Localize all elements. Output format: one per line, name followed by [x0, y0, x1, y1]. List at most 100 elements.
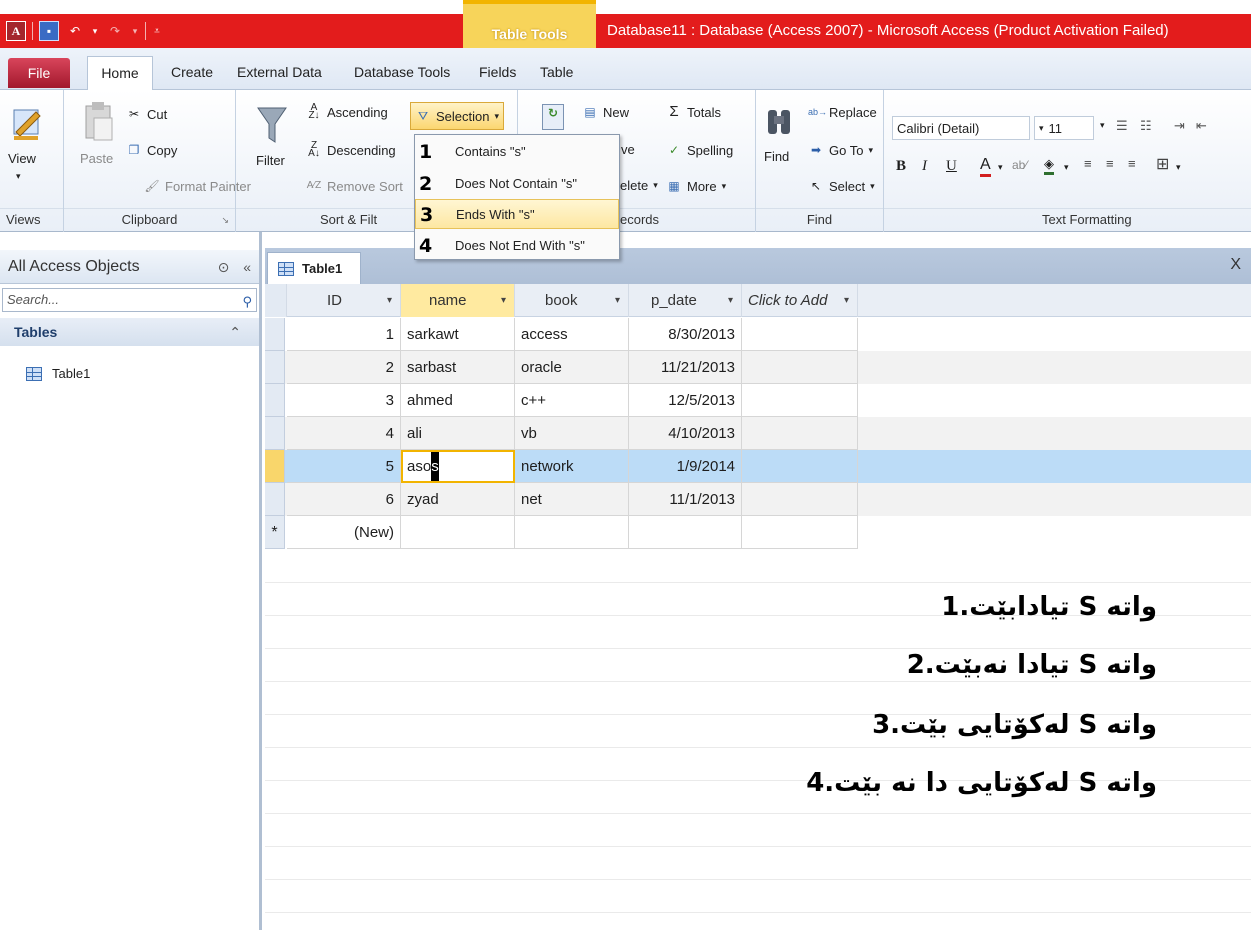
font-name-select[interactable]: Calibri (Detail) [892, 116, 1030, 140]
collapse-group-icon[interactable]: ⌃ [229, 318, 241, 346]
select-all-corner[interactable] [265, 284, 287, 317]
row-selector[interactable] [265, 318, 285, 351]
italic-button[interactable]: I [922, 158, 927, 175]
font-size-arrow-icon[interactable]: ▾ [1100, 120, 1105, 131]
column-dropdown-icon[interactable]: ▾ [844, 284, 849, 317]
cell-p-date[interactable]: 12/5/2013 [629, 384, 742, 417]
tab-create[interactable]: Create [159, 56, 225, 90]
replace-button[interactable]: ab→ Replace [808, 104, 877, 120]
align-left-icon[interactable]: ≡ [1084, 156, 1092, 171]
tab-database-tools[interactable]: Database Tools [342, 56, 462, 90]
tab-home[interactable]: Home [87, 56, 153, 91]
column-header-id[interactable]: ID ▾ [287, 284, 401, 317]
nav-item-table1[interactable]: Table1 [26, 366, 90, 381]
cell-book[interactable]: vb [515, 417, 629, 450]
outdent-icon[interactable]: ⇤ [1196, 118, 1207, 134]
cell-empty[interactable] [742, 483, 858, 516]
cell-book[interactable]: oracle [515, 351, 629, 384]
row-selector[interactable] [265, 351, 285, 384]
menu-item-contains[interactable]: 1 Contains "s" [415, 137, 619, 167]
fill-color-dropdown-icon[interactable]: ▾ [1064, 162, 1069, 173]
view-button[interactable]: View ▾ [8, 104, 44, 182]
totals-button[interactable]: Σ Totals [666, 104, 721, 120]
descending-button[interactable]: Z A↓ Descending [306, 141, 396, 159]
ascending-button[interactable]: A Z↓ Ascending [306, 103, 387, 121]
cell-empty[interactable] [742, 417, 858, 450]
font-color-button[interactable]: A [980, 156, 991, 177]
undo-icon[interactable]: ↶ [65, 21, 85, 41]
underline-button[interactable]: U [946, 158, 957, 175]
align-right-icon[interactable]: ≡ [1128, 156, 1136, 171]
search-icon[interactable]: ⚲ [242, 291, 252, 313]
cell-p-date[interactable]: 11/21/2013 [629, 351, 742, 384]
table-row[interactable]: 6 zyad net 11/1/2013 [265, 483, 1251, 516]
cell-empty[interactable] [742, 384, 858, 417]
cut-button[interactable]: ✂ Cut [126, 106, 167, 122]
cell-id[interactable]: 4 [287, 417, 401, 450]
row-selector[interactable] [265, 384, 285, 417]
column-dropdown-icon[interactable]: ▾ [501, 284, 506, 317]
nav-pane-menu-icon[interactable]: ⊙ [218, 259, 230, 275]
cell-id[interactable]: 1 [287, 318, 401, 351]
cell-empty[interactable] [742, 318, 858, 351]
copy-button[interactable]: ❐ Copy [126, 142, 178, 158]
numbering-icon[interactable]: ☷ [1140, 118, 1152, 134]
undo-dropdown-icon[interactable]: ▾ [91, 21, 99, 41]
format-painter-button[interactable]: 🖌 Format Painter [144, 178, 251, 194]
cell-name[interactable]: zyad [401, 483, 515, 516]
column-dropdown-icon[interactable]: ▾ [615, 284, 620, 317]
select-button[interactable]: ↖ Select ▾ [808, 178, 875, 194]
cell-empty[interactable] [515, 516, 629, 549]
menu-item-ends-with[interactable]: 3 Ends With "s" [415, 199, 619, 229]
cell-id[interactable]: 5 [287, 450, 401, 483]
cell-empty[interactable] [742, 450, 858, 483]
column-header-p-date[interactable]: p_date ▾ [629, 284, 742, 317]
table-row[interactable]: 4 ali vb 4/10/2013 [265, 417, 1251, 450]
new-row-marker[interactable]: * [265, 516, 285, 549]
cell-id-new[interactable]: (New) [287, 516, 401, 549]
fill-color-icon[interactable]: ◈ [1044, 156, 1054, 175]
indent-icon[interactable]: ⇥ [1174, 118, 1185, 134]
table-row[interactable]: 1 sarkawt access 8/30/2013 [265, 318, 1251, 351]
row-selector-current[interactable] [265, 450, 285, 483]
gridlines-icon[interactable]: ⊞ [1156, 154, 1169, 174]
cell-book[interactable]: c++ [515, 384, 629, 417]
goto-button[interactable]: ➡ Go To ▾ [808, 142, 873, 158]
tab-table[interactable]: Table [528, 56, 585, 90]
cell-empty[interactable] [742, 351, 858, 384]
selection-button[interactable]: ⛛ Selection ▾ [410, 102, 505, 130]
cell-book[interactable]: net [515, 483, 629, 516]
cell-p-date[interactable]: 1/9/2014 [629, 450, 742, 483]
nav-search-input[interactable]: Search... ⚲ [2, 288, 257, 312]
delete-record-button[interactable]: elete ▾ [620, 178, 658, 193]
table-row[interactable]: 2 sarbast oracle 11/21/2013 [265, 351, 1251, 384]
bullets-icon[interactable]: ☰ [1116, 118, 1128, 134]
row-selector[interactable] [265, 417, 285, 450]
cell-id[interactable]: 2 [287, 351, 401, 384]
close-document-icon[interactable]: X [1230, 256, 1241, 274]
cell-name-editing[interactable]: asos [401, 450, 515, 483]
cell-name[interactable]: sarbast [401, 351, 515, 384]
gridlines-dropdown-icon[interactable]: ▾ [1176, 162, 1181, 173]
nav-group-tables[interactable]: Tables ⌃ [0, 318, 259, 346]
cell-p-date[interactable]: 11/1/2013 [629, 483, 742, 516]
save-icon[interactable]: ▪ [39, 21, 59, 41]
cell-name[interactable]: ahmed [401, 384, 515, 417]
row-selector[interactable] [265, 483, 285, 516]
highlight-icon[interactable]: ab⁄ [1012, 158, 1027, 172]
column-header-book[interactable]: book ▾ [515, 284, 629, 317]
nav-pane-header[interactable]: All Access Objects ⊙ « [0, 250, 259, 284]
clipboard-launcher-icon[interactable]: ↘ [221, 215, 229, 226]
bold-button[interactable]: B [896, 158, 906, 175]
menu-item-does-not-end-with[interactable]: 4 Does Not End With "s" [415, 231, 619, 261]
access-logo-icon[interactable]: A [6, 21, 26, 41]
table-row-current[interactable]: 5 asos network 1/9/2014 [265, 450, 1251, 483]
filter-button[interactable]: Filter [256, 102, 288, 168]
cell-id[interactable]: 6 [287, 483, 401, 516]
cell-book[interactable]: access [515, 318, 629, 351]
table-row-new[interactable]: * (New) [265, 516, 1251, 549]
more-button[interactable]: ▦ More ▾ [666, 178, 726, 194]
remove-sort-button[interactable]: A⁄Z Remove Sort [306, 178, 403, 194]
customize-qat-icon[interactable]: ⩡ [152, 21, 162, 41]
column-header-name[interactable]: name ▾ [401, 284, 515, 317]
